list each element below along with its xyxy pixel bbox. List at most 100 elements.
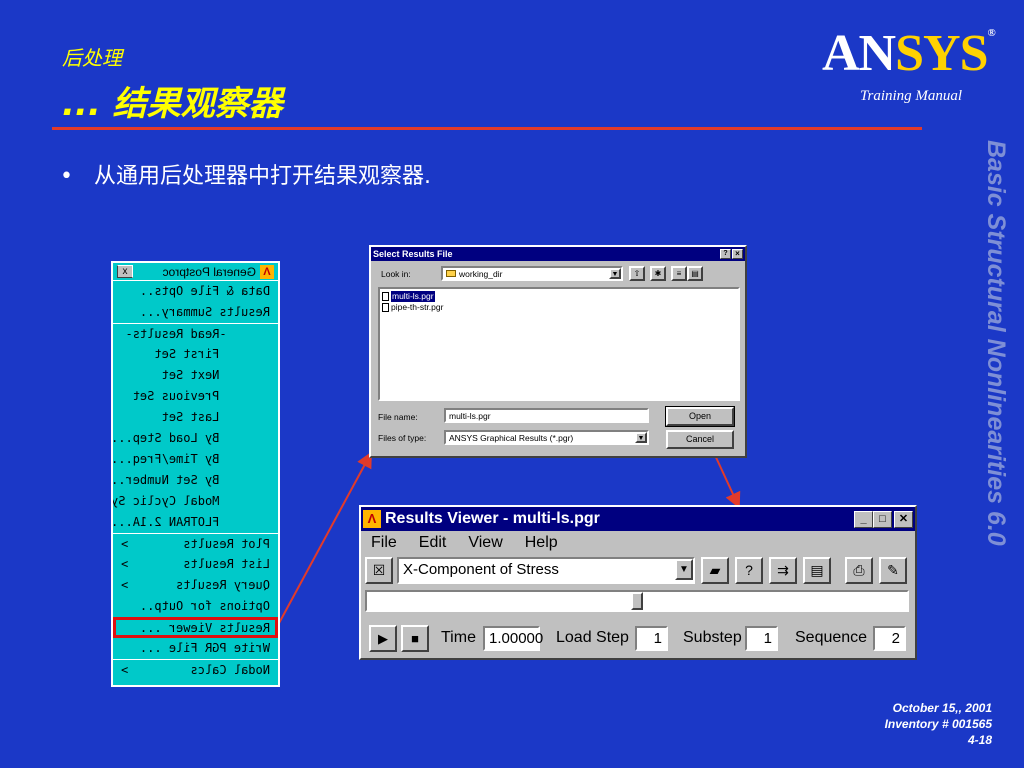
submenu-arrow-icon: > xyxy=(121,537,129,551)
postproc-menu-item[interactable]: Previous Set xyxy=(113,386,278,407)
menu-item-label: By Set Number.. xyxy=(111,473,270,487)
postproc-menu-item[interactable]: List Results > xyxy=(113,554,278,575)
postproc-menu-item[interactable]: Modal Cyclic Sym.. xyxy=(113,491,278,512)
menu-item-label: Nodal Calcs xyxy=(190,663,270,677)
menu-edit[interactable]: Edit xyxy=(419,534,447,552)
slider-thumb[interactable] xyxy=(631,592,643,610)
ansys-app-icon: Λ xyxy=(363,510,381,528)
postproc-menu-item[interactable]: By Load Step... xyxy=(113,428,278,449)
close-icon[interactable]: x xyxy=(117,265,133,278)
file-icon xyxy=(382,303,389,312)
look-in-select[interactable]: working_dir ▼ xyxy=(441,266,623,281)
details-view-icon[interactable]: ▤ xyxy=(687,266,703,281)
submenu-arrow-icon: > xyxy=(121,578,129,592)
time-label: Time xyxy=(441,629,476,646)
up-folder-icon[interactable]: ⇧ xyxy=(629,266,645,281)
results-viewer-window: Λ Results Viewer - multi-ls.pgr _ □ ✕ Fi… xyxy=(359,505,917,660)
file-icon xyxy=(382,292,389,301)
chevron-down-icon[interactable]: ▼ xyxy=(675,559,693,580)
substep-label: Substep xyxy=(683,629,742,646)
postproc-menu-item[interactable]: Options for Outp.. xyxy=(113,596,278,617)
postproc-menu-item[interactable]: First Set xyxy=(113,344,278,365)
new-folder-icon[interactable]: ✱ xyxy=(650,266,666,281)
results-viewer-menu-item[interactable]: Results Viewer ... xyxy=(113,617,278,638)
dialog-titlebar: Select Results File ? × xyxy=(371,247,745,261)
select-results-file-dialog: Select Results File ? × Look in: working… xyxy=(369,245,747,458)
menu-item-label: Query Results xyxy=(176,578,270,592)
result-item-select[interactable]: X-Component of Stress ▼ xyxy=(397,557,695,584)
help-button[interactable]: ? xyxy=(720,249,731,259)
file-type-value: ANSYS Graphical Results (*.pgr) xyxy=(449,432,574,443)
file-type-select[interactable]: ANSYS Graphical Results (*.pgr) ▼ xyxy=(444,430,649,445)
postproc-menu-item[interactable]: By Time/Freq... xyxy=(113,449,278,470)
load-step-field[interactable]: 1 xyxy=(635,626,668,651)
file-list-item[interactable]: multi-ls.pgr xyxy=(382,291,736,302)
minimize-icon[interactable]: _ xyxy=(854,510,873,528)
menu-item-label: Previous Set xyxy=(132,389,270,403)
postproc-menu-item[interactable]: Last Set xyxy=(113,407,278,428)
menu-item-label: Results Viewer ... xyxy=(139,621,270,635)
file-name-input[interactable]: multi-ls.pgr xyxy=(444,408,649,423)
cancel-button[interactable]: Cancel xyxy=(666,430,734,449)
chevron-down-icon[interactable]: ▼ xyxy=(609,268,621,279)
postproc-menu-item[interactable]: Results Summary... xyxy=(113,302,278,323)
file-list[interactable]: multi-ls.pgr pipe-th-str.pgr xyxy=(378,287,740,401)
menu-item-label: Next Set xyxy=(161,368,270,382)
postproc-menu-item[interactable]: Write PGR File ... xyxy=(113,638,278,659)
arrow-menu-to-dialog xyxy=(277,451,372,626)
query-results-icon[interactable]: ? xyxy=(735,557,763,584)
close-icon[interactable]: ✕ xyxy=(894,510,913,528)
stop-icon[interactable]: ■ xyxy=(401,625,429,652)
menu-item-label: Last Set xyxy=(161,410,270,424)
list-view-icon[interactable]: ≡ xyxy=(671,266,687,281)
contour-plot-icon[interactable]: ▰ xyxy=(701,557,729,584)
menu-help[interactable]: Help xyxy=(525,534,558,552)
postproc-menu-item[interactable]: By Set Number.. xyxy=(113,470,278,491)
postproc-menu-item[interactable]: -Read Results- xyxy=(113,323,278,344)
postproc-menu-item[interactable]: Nodal Calcs > xyxy=(113,659,278,680)
menu-view[interactable]: View xyxy=(468,534,502,552)
postproc-menu-title: General Postproc xyxy=(162,264,256,279)
menu-item-label: -Read Results- xyxy=(125,327,270,341)
chevron-down-icon[interactable]: ▼ xyxy=(635,432,647,443)
submenu-arrow-icon: > xyxy=(121,663,129,677)
write-file-icon[interactable]: ✎ xyxy=(879,557,907,584)
menu-item-label: Data & File Opts.. xyxy=(139,284,270,298)
print-icon[interactable]: ⎙ xyxy=(845,557,873,584)
menu-item-label: List Results xyxy=(183,557,270,571)
time-field[interactable]: 1.00000 xyxy=(483,626,543,651)
general-postproc-menu: Λ General Postproc x Data & File Opts.. R… xyxy=(111,261,280,687)
results-viewer-menubar: File Edit View Help xyxy=(361,531,915,555)
file-list-item[interactable]: pipe-th-str.pgr xyxy=(382,302,736,313)
file-name: pipe-th-str.pgr xyxy=(391,302,444,312)
look-in-label: Look in: xyxy=(381,269,411,279)
postproc-menu-item[interactable]: Query Results > xyxy=(113,575,278,596)
file-name-label: File name: xyxy=(378,412,418,422)
context-icon[interactable]: ☒ xyxy=(365,557,393,584)
menu-item-label: Write PGR File ... xyxy=(139,641,270,655)
postproc-menu-item[interactable]: Plot Results > xyxy=(113,533,278,554)
menu-item-label: Results Summary... xyxy=(139,305,270,319)
animation-slider[interactable] xyxy=(365,590,909,612)
play-icon[interactable]: ▶ xyxy=(369,625,397,652)
maximize-icon[interactable]: □ xyxy=(873,510,892,528)
postproc-menu-item[interactable]: Next Set xyxy=(113,365,278,386)
menu-file[interactable]: File xyxy=(371,534,397,552)
substep-field[interactable]: 1 xyxy=(745,626,778,651)
postproc-menu-item[interactable]: FLOTRAN 2.1A... xyxy=(113,512,278,533)
open-button[interactable]: Open xyxy=(665,406,735,427)
vector-plot-icon[interactable]: ⇉ xyxy=(769,557,797,584)
dialog-title: Select Results File xyxy=(373,249,453,259)
postproc-menu-item[interactable]: Data & File Opts.. xyxy=(113,281,278,302)
sequence-label: Sequence xyxy=(795,629,868,646)
ansys-menu-icon: Λ xyxy=(260,264,274,279)
menu-item-label: Plot Results xyxy=(183,537,270,551)
result-item-value: X-Component of Stress xyxy=(403,561,559,578)
list-results-icon[interactable]: ▤ xyxy=(803,557,831,584)
menu-item-label: Options for Outp.. xyxy=(139,599,270,613)
menu-item-label: Modal Cyclic Sym.. xyxy=(111,494,220,508)
results-viewer-title: Results Viewer - multi-ls.pgr xyxy=(385,510,600,527)
postproc-menu-titlebar: Λ General Postproc x xyxy=(113,263,278,281)
sequence-field[interactable]: 2 xyxy=(873,626,906,651)
close-button[interactable]: × xyxy=(732,249,743,259)
